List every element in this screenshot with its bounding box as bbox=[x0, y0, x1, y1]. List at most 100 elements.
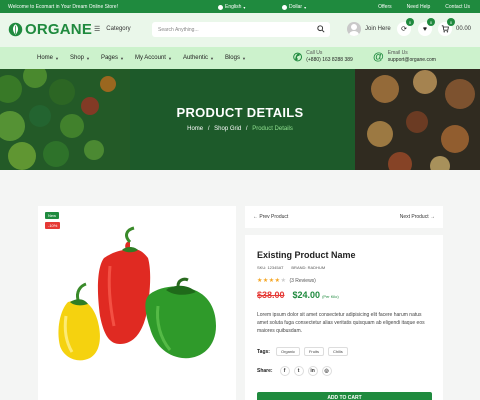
contact-us-link[interactable]: Contact Us bbox=[445, 4, 470, 10]
chevron-down-icon: ▾ bbox=[243, 5, 245, 10]
phone-icon: ✆ bbox=[293, 51, 302, 64]
nav-label: Pages bbox=[101, 55, 118, 61]
chevron-down-icon: ▼ bbox=[242, 56, 246, 61]
wishlist-count-badge: 0 bbox=[427, 18, 435, 26]
wishlist-button[interactable]: ♥ 0 bbox=[418, 22, 432, 36]
product-name: Existing Product Name bbox=[257, 250, 356, 260]
tag-chip-fruits[interactable]: Fruits bbox=[304, 347, 324, 356]
heart-icon: ♥ bbox=[423, 26, 427, 33]
breadcrumb-separator: / bbox=[208, 126, 210, 132]
old-price: $38.00 bbox=[257, 290, 285, 300]
tags-label: Tags: bbox=[257, 349, 270, 355]
arrow-right-icon: → bbox=[430, 214, 435, 220]
product-meta: SKU: 12345AT BRAND: RADHUM bbox=[257, 265, 325, 270]
cart-button[interactable]: 0 bbox=[438, 22, 452, 36]
need-help-link[interactable]: Need Help bbox=[407, 4, 431, 10]
category-label: Category bbox=[106, 26, 130, 32]
top-bar: Welcome to Ecomart in Your Dream Online … bbox=[0, 0, 480, 13]
language-label: English bbox=[225, 4, 241, 10]
welcome-text: Welcome to Ecomart in Your Dream Online … bbox=[8, 4, 118, 10]
category-button[interactable]: ☰ Category bbox=[94, 22, 131, 36]
prev-product-link[interactable]: ← Prev Product bbox=[253, 214, 288, 220]
rating-stars: ★★★★★ bbox=[257, 277, 286, 284]
nav-label: Home bbox=[37, 55, 53, 61]
tag-chip-chilis[interactable]: Chilis bbox=[328, 347, 348, 356]
star-empty-icon: ★ bbox=[281, 278, 287, 284]
chevron-down-icon: ▼ bbox=[86, 56, 90, 61]
nav-label: Blogs bbox=[225, 55, 240, 61]
prev-product-label: Prev Product bbox=[259, 214, 288, 220]
nav-item-blogs[interactable]: Blogs▼ bbox=[225, 55, 246, 61]
discount-badge: -10% bbox=[45, 222, 60, 229]
nav-label: Shop bbox=[70, 55, 84, 61]
nav-item-pages[interactable]: Pages▼ bbox=[101, 55, 124, 61]
email-contact[interactable]: @ Email Us support@organe.com bbox=[373, 50, 436, 64]
globe-icon bbox=[218, 5, 223, 10]
cart-icon bbox=[441, 25, 449, 33]
product-info-card: Existing Product Name SKU: 12345AT BRAND… bbox=[245, 235, 443, 400]
email-label: Email Us bbox=[388, 50, 408, 56]
new-badge: New bbox=[45, 212, 59, 219]
breadcrumb-home[interactable]: Home bbox=[187, 126, 203, 132]
add-to-cart-button[interactable]: ADD TO CART bbox=[257, 392, 432, 400]
product-sku: SKU: 12345AT bbox=[257, 265, 283, 270]
compare-count-badge: 0 bbox=[406, 18, 414, 26]
product-pagination: ← Prev Product Next Product → bbox=[245, 206, 443, 228]
join-label: Join Here bbox=[365, 26, 391, 32]
menu-icon: ☰ bbox=[94, 25, 100, 33]
cart-count-badge: 0 bbox=[447, 18, 455, 26]
page-title: PRODUCT DETAILS bbox=[0, 105, 480, 120]
twitter-icon[interactable]: t bbox=[294, 366, 304, 376]
nav-item-home[interactable]: Home▼ bbox=[37, 55, 59, 61]
price-unit: (Per Kilo) bbox=[322, 294, 339, 299]
currency-selector[interactable]: Dollar ▾ bbox=[282, 4, 306, 10]
product-tags: Tags: Organic Fruits Chilis bbox=[257, 347, 348, 356]
breadcrumb: Home / Shop Grid / Product Details bbox=[0, 126, 480, 132]
header: ORGANE ☰ Category Join Here ⟳ 0 ♥ 0 0 00… bbox=[0, 13, 480, 47]
tag-chip-organic[interactable]: Organic bbox=[276, 347, 300, 356]
call-contact[interactable]: ✆ Call Us (+880) 163 8288 389 bbox=[293, 50, 353, 64]
share-label: Share: bbox=[257, 368, 273, 374]
linkedin-icon[interactable]: in bbox=[308, 366, 318, 376]
product-image[interactable] bbox=[38, 206, 236, 400]
call-number: (+880) 163 8288 389 bbox=[306, 57, 353, 63]
cart-total: 00.00 bbox=[456, 26, 471, 32]
logo[interactable]: ORGANE bbox=[8, 21, 92, 38]
at-icon: @ bbox=[373, 51, 384, 63]
product-image-card bbox=[38, 206, 236, 400]
nav-item-shop[interactable]: Shop▼ bbox=[70, 55, 90, 61]
search-icon[interactable] bbox=[317, 25, 325, 33]
nav-label: Authentic bbox=[183, 55, 208, 61]
instagram-icon[interactable]: ◎ bbox=[322, 366, 332, 376]
product-rating: ★★★★★ (3 Reviews) bbox=[257, 277, 316, 284]
compare-button[interactable]: ⟳ 0 bbox=[397, 22, 411, 36]
search-input[interactable] bbox=[152, 27, 312, 33]
email-address: support@organe.com bbox=[388, 57, 436, 63]
language-selector[interactable]: English ▾ bbox=[218, 4, 245, 10]
facebook-icon[interactable]: f bbox=[280, 366, 290, 376]
product-brand: BRAND: RADHUM bbox=[291, 265, 325, 270]
chevron-down-icon: ▼ bbox=[120, 56, 124, 61]
chevron-down-icon: ▼ bbox=[210, 56, 214, 61]
breadcrumb-separator: / bbox=[246, 126, 248, 132]
product-prices: $38.00 $24.00 (Per Kilo) bbox=[257, 290, 339, 300]
offers-link[interactable]: Offers bbox=[378, 4, 392, 10]
search-bar bbox=[152, 22, 330, 37]
next-product-label: Next Product bbox=[400, 214, 429, 220]
next-product-link[interactable]: Next Product → bbox=[400, 214, 435, 220]
nav-label: My Account bbox=[135, 55, 166, 61]
call-label: Call Us bbox=[306, 50, 322, 56]
product-description: Lorem ipsum dolor sit amet consectetur a… bbox=[257, 311, 433, 335]
logo-text: ORGANE bbox=[25, 21, 92, 38]
share-row: Share: f t in ◎ bbox=[257, 366, 332, 376]
review-count[interactable]: (3 Reviews) bbox=[289, 278, 315, 284]
avatar bbox=[347, 22, 361, 36]
main-nav: Home▼ Shop▼ Pages▼ My Account▼ Authentic… bbox=[0, 47, 480, 69]
leaf-logo-icon bbox=[8, 22, 23, 37]
chevron-down-icon: ▾ bbox=[304, 5, 306, 10]
breadcrumb-shop-grid[interactable]: Shop Grid bbox=[214, 126, 241, 132]
currency-icon bbox=[282, 5, 287, 10]
join-link[interactable]: Join Here bbox=[347, 22, 391, 36]
nav-item-my-account[interactable]: My Account▼ bbox=[135, 55, 172, 61]
nav-item-authentic[interactable]: Authentic▼ bbox=[183, 55, 214, 61]
